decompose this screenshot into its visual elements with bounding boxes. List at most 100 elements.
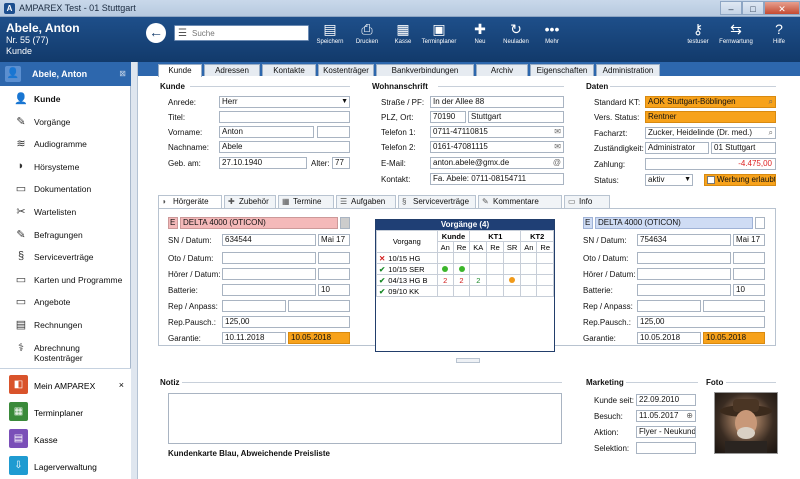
table-row[interactable]: ✔ 04/13 HG B 2 2 2 — [376, 274, 554, 286]
sidebar-splitter[interactable] — [131, 62, 138, 479]
garantie-end-field[interactable]: 10.05.2018 — [288, 332, 350, 344]
tab-archiv[interactable]: Archiv — [476, 64, 528, 76]
facharzt-field[interactable]: Zucker, Heidelinde (Dr. med.) ⌕ — [645, 127, 776, 139]
tab-administration[interactable]: Administration — [596, 64, 660, 76]
rep-field[interactable] — [222, 300, 286, 312]
table-row[interactable]: ✕ 10/15 HG — [376, 252, 554, 264]
oto-field[interactable] — [637, 252, 731, 264]
help-button[interactable]: ? Hilfe — [761, 20, 797, 47]
module-terminplaner[interactable]: ▦ Terminplaner — [0, 399, 130, 425]
sidebar-item-karten-und-programme[interactable]: ▭ Karten und Programme — [0, 269, 130, 291]
device-field[interactable]: DELTA 4000 (OTICON) — [180, 217, 338, 229]
selektion-field[interactable] — [636, 442, 696, 454]
envelope-icon[interactable]: ✉ — [554, 127, 561, 137]
device-extra-field[interactable] — [755, 217, 765, 229]
hoerer-date-field[interactable] — [733, 268, 765, 280]
hoerer-field[interactable] — [222, 268, 316, 280]
sidebar-item-serviceverträge[interactable]: § Serviceverträge — [0, 246, 130, 268]
sidebar-item-rechnungen[interactable]: ▤ Rechnungen — [0, 314, 130, 336]
table-row[interactable]: ✔ 09/10 KK — [376, 285, 554, 297]
tab-kontakte[interactable]: Kontakte — [262, 64, 316, 76]
customer-photo[interactable] — [714, 392, 778, 454]
werbung-checkbox[interactable] — [707, 176, 715, 184]
sidebar-item-dokumentation[interactable]: ▭ Dokumentation — [0, 178, 130, 200]
seit-field[interactable]: 22.09.2010 — [636, 394, 696, 406]
module-lagerverwaltung[interactable]: ⇩ Lagerverwaltung — [0, 453, 130, 479]
sidebar-item-audiogramme[interactable]: ≋ Audiogramme — [0, 133, 130, 155]
oto-field[interactable] — [222, 252, 316, 264]
new-document-button[interactable]: ✚ Neu — [462, 20, 498, 47]
vorname-field[interactable]: Anton — [219, 126, 314, 138]
maximize-button[interactable]: □ — [742, 1, 764, 15]
sidebar-item-abrechnung-kostenträger[interactable]: ⚕ Abrechnung Kostenträger — [0, 337, 130, 363]
vorname2-field[interactable] — [317, 126, 350, 138]
pausch-field[interactable]: 125,00 — [637, 316, 765, 328]
zust-field[interactable]: Administrator — [645, 142, 709, 154]
search-input[interactable] — [192, 27, 304, 39]
subtab-zubehör[interactable]: ✚ Zubehör — [224, 195, 276, 208]
garantie-field[interactable]: 10.11.2018 — [222, 332, 286, 344]
tab-kostenträger[interactable]: Kostenträger — [318, 64, 374, 76]
titel-field[interactable] — [219, 111, 350, 123]
search-box[interactable]: ☰ — [174, 25, 309, 41]
nachname-field[interactable]: Abele — [219, 141, 350, 153]
device-extra-field[interactable] — [340, 217, 350, 229]
close-patient-icon[interactable]: ⊠ — [119, 69, 126, 78]
hoerer-date-field[interactable] — [318, 268, 350, 280]
batterie-field[interactable] — [637, 284, 731, 296]
subtab-termine[interactable]: ▦ Termine — [278, 195, 334, 208]
anpass-field[interactable] — [288, 300, 350, 312]
close-button[interactable]: ✕ — [764, 1, 800, 15]
werbung-checkbox-field[interactable]: Werbung erlaubt — [704, 174, 776, 186]
link-icon[interactable]: ⊕ — [686, 411, 693, 421]
anrede-select[interactable]: Herr ▼ — [219, 96, 350, 108]
status-select[interactable]: aktiv ▼ — [645, 174, 693, 186]
tab-adressen[interactable]: Adressen — [204, 64, 260, 76]
sn-field[interactable]: 754634 — [637, 234, 731, 246]
kt-field[interactable]: AOK Stuttgart-Böblingen ⌕ — [645, 96, 776, 108]
sidebar-item-wartelisten[interactable]: ✂ Wartelisten — [0, 201, 130, 223]
besuch-field[interactable]: 11.05.2017 ⊕ — [636, 410, 696, 422]
strasse-field[interactable]: In der Allee 88 — [430, 96, 564, 108]
table-row[interactable]: ✔ 10/15 SER — [376, 263, 554, 275]
key-button[interactable]: ⚷ testuser — [680, 20, 716, 47]
tel1-field[interactable]: 0711-47110815 ✉ — [430, 126, 564, 138]
tel2-field[interactable]: 0161-47081115 ✉ — [430, 141, 564, 153]
sn-date-field[interactable]: Mai 17 — [318, 234, 350, 246]
vers-field[interactable]: Rentner — [645, 111, 776, 123]
print-button[interactable]: ⎙ Drucken — [349, 20, 385, 47]
subtab-aufgaben[interactable]: ☰ Aufgaben — [336, 195, 396, 208]
search-icon[interactable]: ⌕ — [769, 128, 773, 138]
kontakt-field[interactable]: Fa. Abele: 0711-08154711 — [430, 173, 564, 185]
garantie-field[interactable]: 10.05.2018 — [637, 332, 701, 344]
subtab-serviceverträge[interactable]: § Serviceverträge — [398, 195, 476, 208]
notiz-textarea[interactable] — [168, 393, 562, 444]
hoerer-field[interactable] — [637, 268, 731, 280]
subtab-info[interactable]: ▭ Info — [564, 195, 610, 208]
subtab-hörgeräte[interactable]: ◗ Hörgeräte — [158, 195, 222, 208]
batterie-value-field[interactable]: 10 — [733, 284, 765, 296]
sidebar-active-patient[interactable]: 👤 Abele, Anton ⊠ — [0, 62, 131, 86]
email-field[interactable]: anton.abele@gmx.de @ — [430, 157, 564, 169]
tab-kunde[interactable]: Kunde — [158, 64, 202, 77]
module-mein-amparex[interactable]: ◧ Mein AMPAREX × — [0, 372, 130, 398]
sidebar-item-kunde[interactable]: 👤 Kunde — [0, 88, 130, 110]
back-arrow-icon[interactable]: ← — [146, 23, 166, 43]
at-sign-icon[interactable]: @ — [553, 158, 561, 168]
anpass-field[interactable] — [703, 300, 765, 312]
sidebar-item-befragungen[interactable]: ✎ Befragungen — [0, 224, 130, 246]
oto-date-field[interactable] — [318, 252, 350, 264]
batterie-field[interactable] — [222, 284, 316, 296]
sidebar-item-angebote[interactable]: ▭ Angebote — [0, 291, 130, 313]
rep-field[interactable] — [637, 300, 701, 312]
calendar-button[interactable]: ▣ Terminplaner — [421, 20, 457, 47]
cash-register-button[interactable]: ▦ Kasse — [385, 20, 421, 47]
module-kasse[interactable]: ▤ Kasse — [0, 426, 130, 452]
ort-field[interactable]: Stuttgart — [468, 111, 564, 123]
batterie-value-field[interactable]: 10 — [318, 284, 350, 296]
geb-field[interactable]: 27.10.1940 — [219, 157, 307, 169]
remote-button[interactable]: ⇆ Fernwartung — [718, 20, 754, 47]
sidebar-item-vorgänge[interactable]: ✎ Vorgänge — [0, 111, 130, 133]
sn-date-field[interactable]: Mai 17 — [733, 234, 765, 246]
tab-eigenschaften[interactable]: Eigenschaften — [530, 64, 594, 76]
